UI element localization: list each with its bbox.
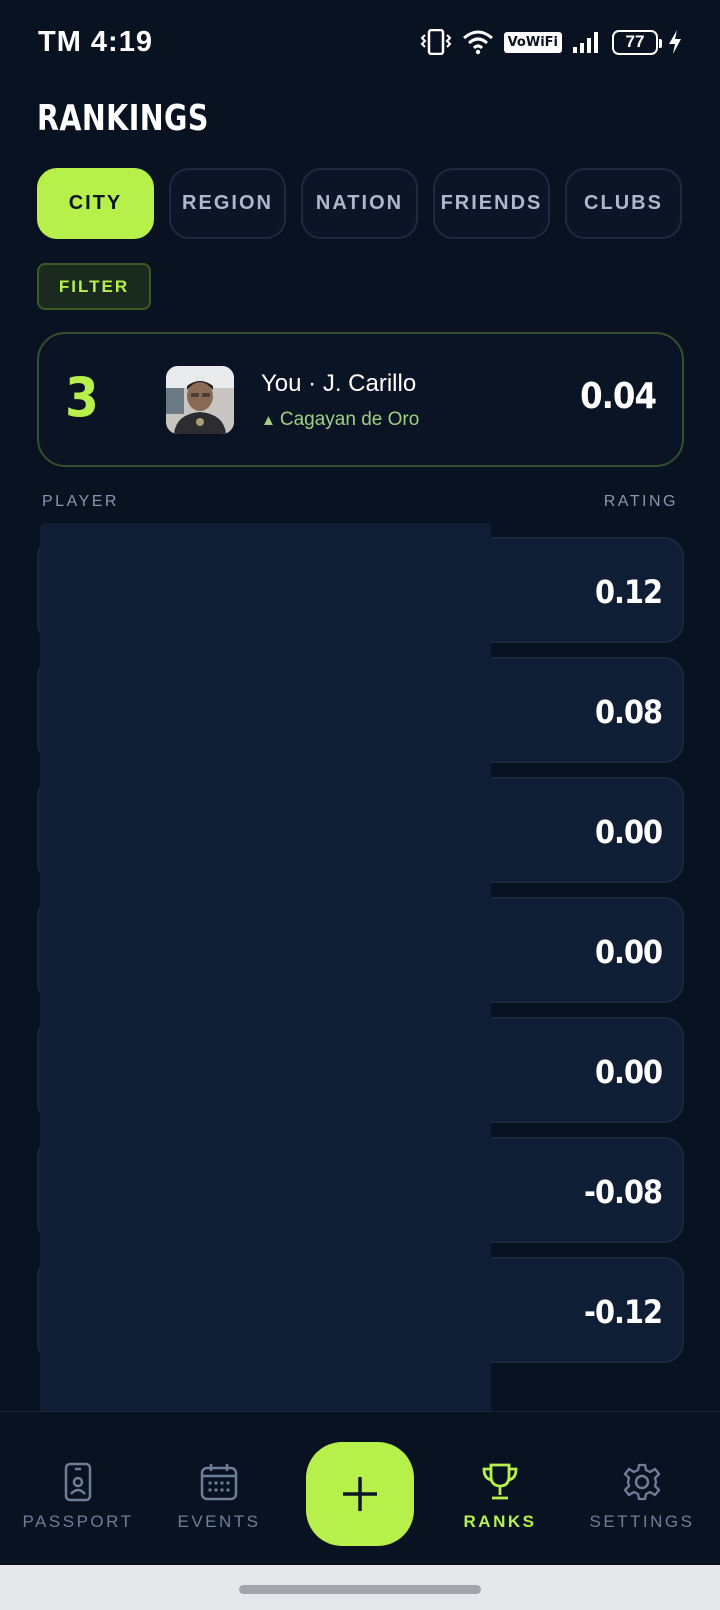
nav-ranks-label: RANKS	[463, 1512, 537, 1531]
my-city: ▲ Cagayan de Oro	[261, 409, 419, 431]
wifi-icon	[462, 30, 493, 55]
add-button[interactable]	[306, 1442, 414, 1546]
trophy-icon	[482, 1463, 518, 1500]
nav-settings-label: SETTINGS	[589, 1512, 695, 1531]
system-nav-bar	[0, 1565, 720, 1610]
tab-friends[interactable]: FRIENDS	[433, 168, 550, 239]
row-rating: -0.08	[584, 1173, 663, 1211]
status-bar: TM 4:19 VoWiFi 77	[0, 0, 720, 84]
row-rating: 0.00	[594, 813, 663, 851]
tab-clubs[interactable]: CLUBS	[565, 168, 682, 239]
status-icons: VoWiFi 77	[420, 29, 682, 55]
page-title: RANKINGS	[37, 98, 209, 139]
home-indicator[interactable]	[239, 1585, 481, 1594]
passport-icon	[64, 1462, 92, 1502]
my-name: You · J. Carillo	[261, 370, 417, 397]
nav-passport[interactable]: PASSPORT	[8, 1462, 148, 1532]
row-rating: 0.00	[594, 1053, 663, 1091]
tab-region[interactable]: REGION	[169, 168, 286, 239]
bottom-nav: PASSPORT EVENTS RANKS SETTINGS	[0, 1411, 720, 1565]
nav-ranks[interactable]: RANKS	[430, 1462, 570, 1532]
tab-nation[interactable]: NATION	[301, 168, 418, 239]
gear-icon	[623, 1463, 661, 1501]
nav-events[interactable]: EVENTS	[149, 1462, 289, 1532]
row-rating: 0.08	[594, 693, 663, 731]
vibrate-icon	[420, 29, 451, 55]
scope-tabs: CITY REGION NATION FRIENDS CLUBS	[37, 168, 682, 239]
row-rating: 0.00	[594, 933, 663, 971]
nav-passport-label: PASSPORT	[22, 1512, 134, 1531]
avatar	[166, 366, 234, 434]
nav-events-label: EVENTS	[177, 1512, 261, 1531]
trend-up-icon: ▲	[261, 412, 276, 429]
my-rank: 3	[65, 366, 99, 429]
column-header-rating: RATING	[603, 493, 678, 510]
my-city-label: Cagayan de Oro	[279, 409, 420, 430]
signal-icon	[573, 32, 598, 53]
column-header-player: PLAYER	[42, 493, 119, 510]
row-rating: 0.12	[594, 573, 663, 611]
filter-button[interactable]: FILTER	[37, 263, 151, 310]
calendar-icon	[200, 1464, 238, 1501]
redaction-block	[40, 523, 491, 1442]
battery-icon: 77	[612, 29, 662, 55]
vowifi-badge: VoWiFi	[503, 31, 562, 53]
status-time: TM 4:19	[38, 25, 153, 58]
plus-icon	[343, 1477, 377, 1511]
nav-settings[interactable]: SETTINGS	[572, 1462, 712, 1532]
my-ranking-card[interactable]: 3 You · J. Carillo ▲ Cagayan de Oro 0.04	[37, 332, 684, 467]
tab-city[interactable]: CITY	[37, 168, 154, 239]
row-rating: -0.12	[584, 1293, 663, 1331]
charging-icon	[669, 30, 681, 54]
my-rating: 0.04	[580, 376, 657, 417]
